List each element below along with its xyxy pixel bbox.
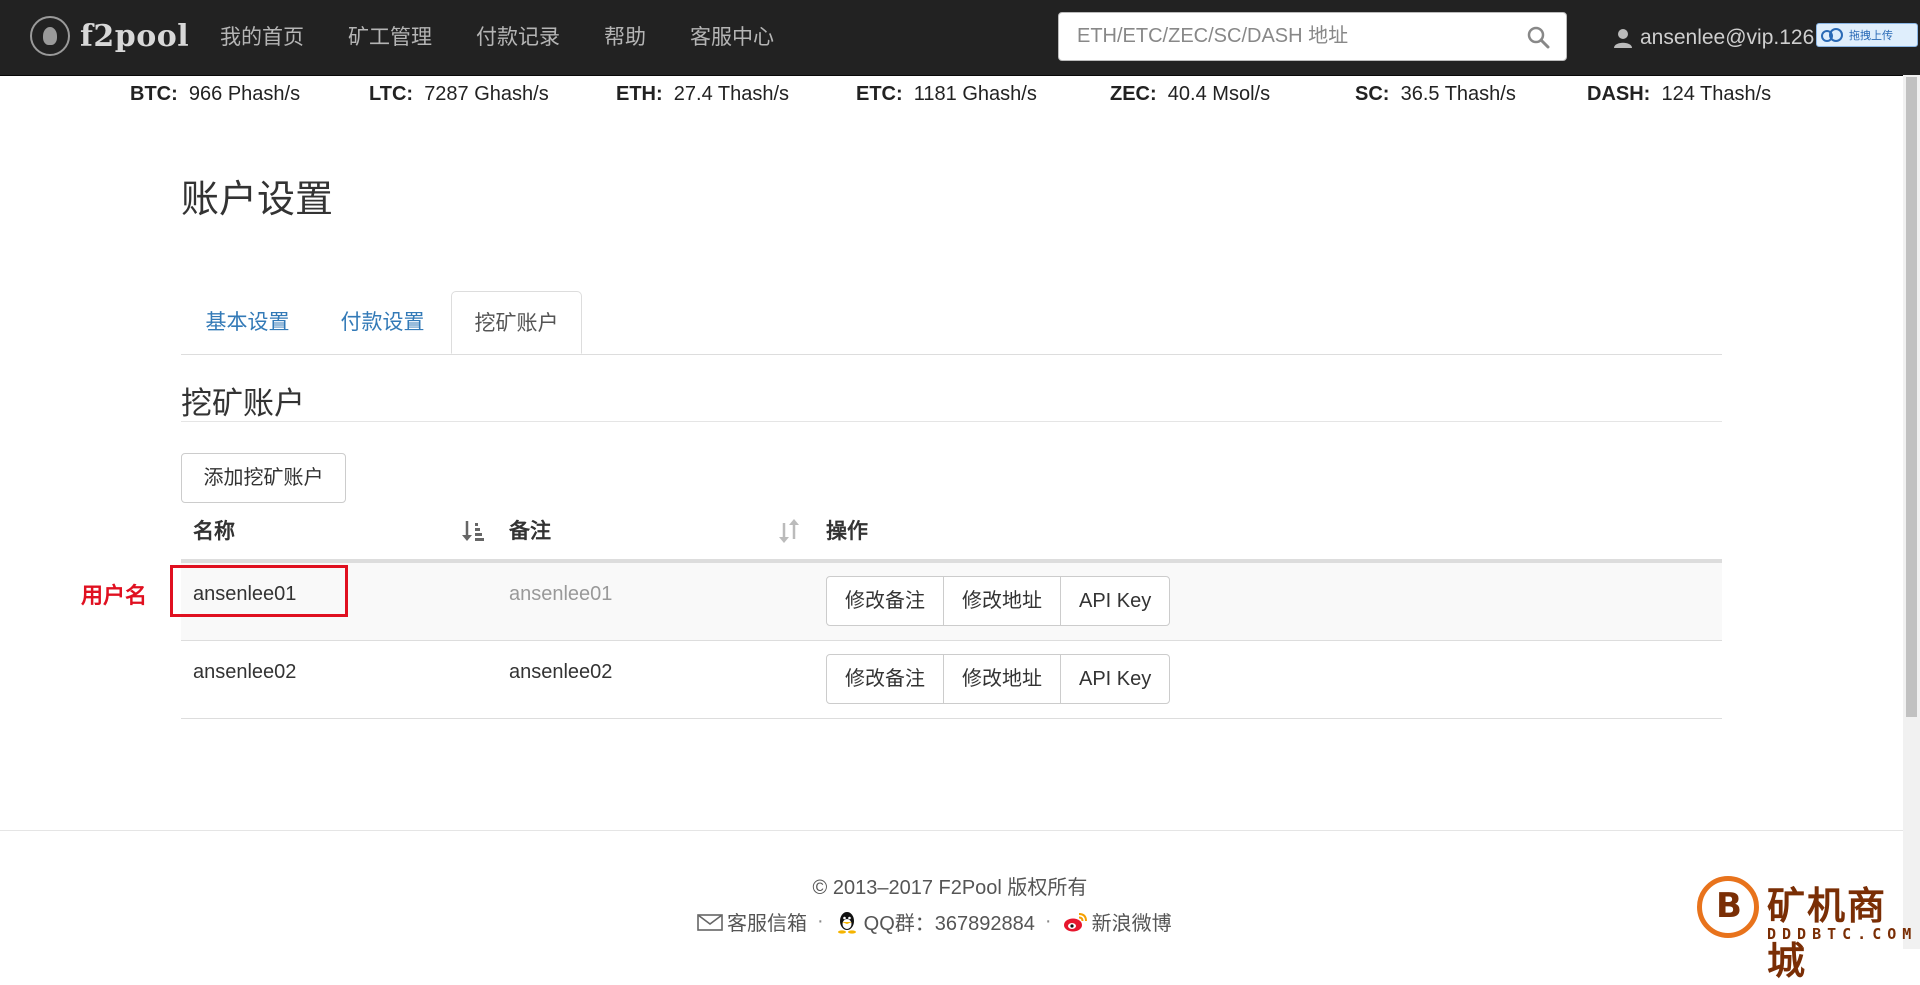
account-name: ansenlee02	[193, 661, 297, 683]
scrollbar-thumb[interactable]	[1906, 77, 1917, 717]
section-title: 挖矿账户	[181, 386, 305, 421]
sort-icon[interactable]	[777, 517, 801, 545]
table-row: ansenlee02 ansenlee02 修改备注 修改地址 API Key	[181, 641, 1722, 719]
user-menu[interactable]: ansenlee@vip.126	[1612, 0, 1814, 75]
nav-support-center[interactable]: 客服中心	[668, 0, 796, 75]
header-name[interactable]: 名称	[193, 505, 235, 559]
annotation-highlight-box	[170, 565, 348, 617]
user-email: ansenlee@vip.126	[1640, 25, 1815, 49]
tab-payment-settings[interactable]: 付款设置	[316, 291, 449, 354]
footer-links: 客服信箱 · QQ群：367892884 · 新浪微博	[697, 907, 1172, 936]
copyright: © 2013–2017 F2Pool 版权所有	[812, 877, 1088, 899]
api-key-button[interactable]: API Key	[1060, 654, 1171, 704]
hashrate-ltc: LTC: 7287 Ghash/s	[369, 83, 549, 105]
footer-email-label: 客服信箱	[727, 913, 807, 935]
hashrate-sc: SC: 36.5 Thash/s	[1355, 83, 1516, 105]
hashrate-btc: BTC: 966 Phash/s	[130, 83, 301, 105]
tab-basic-settings[interactable]: 基本设置	[181, 291, 314, 354]
page-title: 账户设置	[181, 179, 334, 221]
row-actions: 修改备注 修改地址 API Key	[826, 654, 1171, 704]
qq-penguin-icon	[837, 911, 856, 934]
address-search	[1058, 12, 1567, 61]
top-navbar: f2pool 我的首页 矿工管理 付款记录 帮助 客服中心 ansenlee@v…	[0, 0, 1920, 76]
add-mining-account-button[interactable]: 添加挖矿账户	[181, 453, 346, 503]
tab-mining-accounts[interactable]: 挖矿账户	[451, 291, 582, 354]
page-footer: © 2013–2017 F2Pool 版权所有 客服信箱 · QQ群：36789…	[0, 830, 1903, 951]
mining-accounts-table: 名称 备注 操作 ansenlee01 ansenlee01 修改备注 修改地址…	[181, 505, 1722, 719]
brand[interactable]: f2pool	[30, 16, 189, 56]
edit-address-button[interactable]: 修改地址	[943, 576, 1061, 626]
watermark-logo: 矿机商城 DDDBTC.COM	[1697, 875, 1918, 983]
footer-separator: ·	[1044, 910, 1052, 932]
hashrate-zec: ZEC: 40.4 Msol/s	[1110, 83, 1271, 105]
pool-hashrates: BTC: 966 Phash/s LTC: 7287 Ghash/s ETH: …	[0, 83, 1900, 111]
footer-qq-link[interactable]: QQ群：367892884	[834, 907, 1035, 936]
f2pool-logo-icon	[30, 16, 70, 56]
footer-separator: ·	[817, 910, 824, 932]
hashrate-etc: ETC: 1181 Ghash/s	[856, 83, 1037, 105]
main-nav: 我的首页 矿工管理 付款记录 帮助 客服中心	[198, 0, 796, 75]
sort-ascending-icon[interactable]	[461, 517, 485, 545]
table-row: ansenlee01 ansenlee01 修改备注 修改地址 API Key	[181, 563, 1722, 641]
edit-note-button[interactable]: 修改备注	[826, 654, 944, 704]
section-divider	[181, 421, 1722, 422]
account-note: ansenlee02	[509, 661, 613, 683]
settings-tabs: 基本设置 付款设置 挖矿账户	[181, 291, 1722, 355]
weibo-icon	[1063, 912, 1087, 931]
header-actions: 操作	[826, 520, 868, 543]
edit-note-button[interactable]: 修改备注	[826, 576, 944, 626]
footer-weibo-label: 新浪微博	[1091, 913, 1172, 935]
watermark-domain: DDDBTC.COM	[1767, 925, 1918, 943]
upload-label: 拖拽上传	[1849, 30, 1893, 42]
row-actions: 修改备注 修改地址 API Key	[826, 576, 1171, 626]
hashrate-dash: DASH: 124 Thash/s	[1587, 83, 1772, 105]
brand-name: f2pool	[80, 18, 190, 54]
hashrate-eth: ETH: 27.4 Thash/s	[616, 83, 790, 105]
nav-help[interactable]: 帮助	[582, 0, 668, 75]
footer-email-link[interactable]: 客服信箱	[697, 907, 807, 936]
page-scrollbar[interactable]	[1903, 75, 1920, 949]
table-header: 名称 备注 操作	[181, 505, 1722, 563]
search-icon[interactable]	[1526, 25, 1550, 49]
footer-weibo-link[interactable]: 新浪微博	[1062, 907, 1172, 936]
drag-upload-widget[interactable]: 拖拽上传	[1816, 23, 1918, 47]
account-note: ansenlee01	[509, 583, 613, 605]
footer-qq-label: QQ群：367892884	[863, 913, 1035, 935]
address-search-input[interactable]	[1059, 13, 1535, 60]
envelope-icon	[697, 913, 723, 931]
nav-home[interactable]: 我的首页	[198, 0, 326, 75]
nav-payment-records[interactable]: 付款记录	[454, 0, 582, 75]
header-note[interactable]: 备注	[509, 505, 551, 559]
bitcoin-icon	[1697, 876, 1759, 938]
annotation-label: 用户名	[81, 583, 148, 608]
nav-miner-management[interactable]: 矿工管理	[326, 0, 454, 75]
api-key-button[interactable]: API Key	[1060, 576, 1171, 626]
cloud-icon	[1821, 28, 1843, 42]
user-icon	[1614, 28, 1632, 48]
edit-address-button[interactable]: 修改地址	[943, 654, 1061, 704]
